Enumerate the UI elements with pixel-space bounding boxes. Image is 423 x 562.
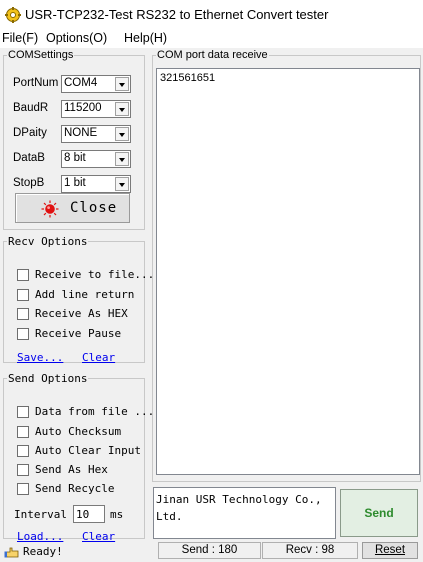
load-link[interactable]: Load... <box>17 530 63 543</box>
checkbox-box[interactable] <box>17 406 29 418</box>
checkbox-box[interactable] <box>17 483 29 495</box>
checkbox-box[interactable] <box>17 464 29 476</box>
send-as-hex-label: Send As Hex <box>35 463 108 476</box>
status-led-icon <box>41 200 59 218</box>
checkbox-box[interactable] <box>17 445 29 457</box>
send-recycle-label: Send Recycle <box>35 482 115 495</box>
menu-help[interactable]: Help(H) <box>124 31 167 45</box>
receive-pause-label: Receive Pause <box>35 327 122 340</box>
send-options-group: Send Options Data from file ... Auto Che… <box>3 372 154 543</box>
reset-button-label: Reset <box>374 544 406 556</box>
menu-file[interactable]: File(F) <box>2 31 38 45</box>
send-count: Send : 180 <box>158 542 261 559</box>
send-options-legend: Send Options <box>8 372 88 385</box>
portnum-label: PortNum <box>13 77 59 89</box>
receive-panel-legend: COM port data receive <box>157 49 268 61</box>
save-link[interactable]: Save... <box>17 351 63 364</box>
com-settings-legend: COMSettings <box>8 49 74 61</box>
checkbox-box[interactable] <box>17 289 29 301</box>
stopbits-value: 1 bit <box>64 177 86 189</box>
chevron-down-icon[interactable] <box>115 102 129 116</box>
databits-value: 8 bit <box>64 152 86 164</box>
receive-content: 321561651 <box>160 72 216 84</box>
recv-count: Recv : 98 <box>262 542 358 559</box>
receive-to-file-label: Receive to file... <box>35 268 155 281</box>
chevron-down-icon[interactable] <box>115 127 129 141</box>
recv-options-legend: Recv Options <box>8 235 88 248</box>
add-line-return-label: Add line return <box>35 288 135 301</box>
usr-app-icon <box>5 7 21 23</box>
data-from-file-label: Data from file ... <box>35 405 155 418</box>
databits-label: DataB <box>13 152 45 164</box>
receive-as-hex-label: Receive As HEX <box>35 307 128 320</box>
checkbox-box[interactable] <box>17 308 29 320</box>
interval-label: Interval <box>14 508 67 521</box>
stopbits-label: StopB <box>13 177 45 189</box>
parity-label: DPaity <box>13 127 47 139</box>
send-textarea[interactable]: Jinan USR Technology Co., Ltd. <box>153 487 336 539</box>
recv-options-group: Recv Options Receive to file... Add line… <box>3 235 154 364</box>
send-button-label: Send <box>364 506 394 520</box>
status-ready: Ready! <box>23 545 63 558</box>
receive-panel: COM port data receive 321561651 <box>152 50 421 482</box>
window-title: USR-TCP232-Test RS232 to Ethernet Conver… <box>25 7 329 22</box>
close-button-label: Close <box>70 200 118 216</box>
databits-select[interactable]: 8 bit <box>61 150 131 168</box>
title-bar: USR-TCP232-Test RS232 to Ethernet Conver… <box>0 0 423 30</box>
chevron-down-icon[interactable] <box>115 177 129 191</box>
interval-input[interactable] <box>73 505 105 523</box>
hand-pointer-icon <box>4 547 19 558</box>
baudrate-label: BaudR <box>13 102 49 114</box>
recv-clear-link[interactable]: Clear <box>82 351 115 364</box>
checkbox-box[interactable] <box>17 269 29 281</box>
checkbox-box[interactable] <box>17 328 29 340</box>
parity-value: NONE <box>64 127 98 139</box>
send-content: Jinan USR Technology Co., Ltd. <box>156 493 322 523</box>
portnum-select[interactable]: COM4 <box>61 75 131 93</box>
send-clear-link[interactable]: Clear <box>82 530 115 543</box>
portnum-value: COM4 <box>64 77 98 89</box>
auto-checksum-label: Auto Checksum <box>35 425 122 438</box>
menu-options[interactable]: Options(O) <box>46 31 107 45</box>
baudrate-select[interactable]: 115200 <box>61 100 131 118</box>
close-port-button[interactable]: Close <box>15 193 130 223</box>
chevron-down-icon[interactable] <box>115 77 129 91</box>
reset-button[interactable]: Reset <box>362 542 418 559</box>
auto-clear-input-label: Auto Clear Input <box>35 444 141 457</box>
baudrate-value: 115200 <box>64 102 102 114</box>
send-button[interactable]: Send <box>340 489 418 537</box>
checkbox-box[interactable] <box>17 426 29 438</box>
parity-select[interactable]: NONE <box>61 125 131 143</box>
stopbits-select[interactable]: 1 bit <box>61 175 131 193</box>
interval-unit: ms <box>110 508 124 521</box>
chevron-down-icon[interactable] <box>115 152 129 166</box>
receive-textarea[interactable]: 321561651 <box>156 68 420 475</box>
menu-bar: File(F) Options(O) Help(H) <box>0 30 423 48</box>
